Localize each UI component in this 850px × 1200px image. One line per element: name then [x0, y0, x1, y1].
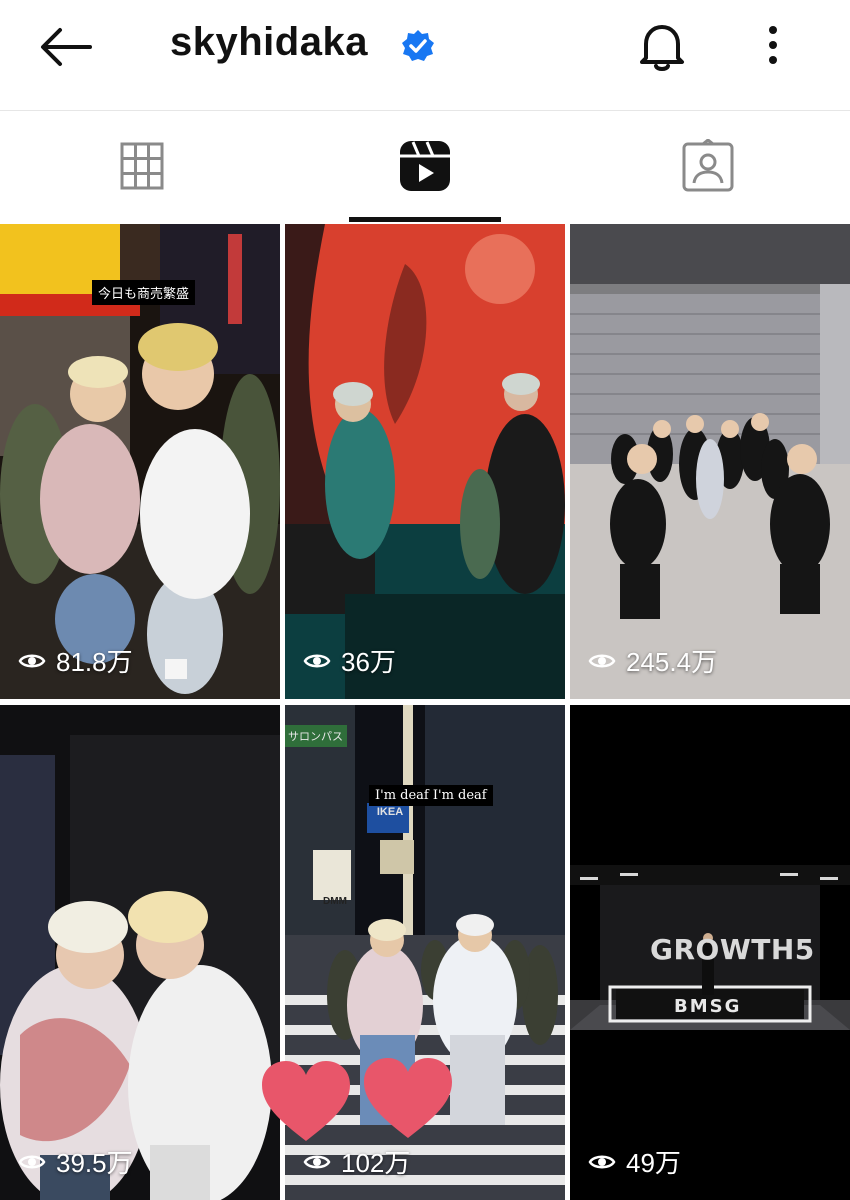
reel-thumbnail[interactable]: 今日も商売繁盛 81.8万: [0, 224, 280, 699]
arrow-left-icon: [41, 28, 92, 66]
reel-thumbnail[interactable]: 245.4万: [570, 224, 850, 699]
reels-grid: 今日も商売繁盛 81.8万 36万 245.4万 39.5万 I'm deaf …: [0, 224, 850, 1200]
heart-reaction-icon: [364, 1058, 452, 1138]
stage-sign-text: GROWTH5: [650, 933, 815, 966]
grid-icon: [120, 142, 164, 190]
eye-icon: [303, 654, 331, 667]
view-count: 102万: [303, 1143, 410, 1180]
notifications-button[interactable]: [632, 16, 692, 76]
reel-caption: I'm deaf I'm deaf: [369, 785, 493, 806]
tab-grid[interactable]: [0, 111, 283, 223]
eye-icon: [588, 654, 616, 667]
back-button[interactable]: [36, 22, 96, 72]
tagged-person-icon: [682, 139, 734, 192]
view-count: 49万: [588, 1143, 681, 1180]
view-count-text: 102万: [341, 1148, 411, 1178]
heart-reaction-icon: [262, 1061, 350, 1141]
reel-thumbnail[interactable]: 36万: [285, 224, 565, 699]
view-count-text: 49万: [626, 1148, 681, 1178]
profile-username: skyhidaka: [170, 20, 368, 64]
dmm-sign-text: DMM: [323, 896, 347, 907]
tab-tagged[interactable]: [566, 111, 849, 223]
reel-image: [285, 224, 565, 699]
bell-icon: [640, 25, 684, 71]
reel-thumbnail[interactable]: GROWTH5 BMSG 49万: [570, 705, 850, 1200]
active-tab-indicator: [349, 217, 501, 222]
view-count: 36万: [303, 642, 396, 679]
view-count-text: 81.8万: [56, 647, 133, 677]
reel-caption: 今日も商売繁盛: [92, 280, 196, 305]
view-count: 245.4万: [588, 642, 717, 679]
view-count-text: 245.4万: [626, 647, 718, 677]
eye-icon: [588, 1155, 616, 1168]
reel-thumbnail[interactable]: 39.5万: [0, 705, 280, 1200]
verified-badge-icon: [400, 28, 436, 64]
ikea-sign-text: IKEA: [376, 806, 404, 818]
view-count: 81.8万: [18, 642, 133, 679]
view-count-text: 39.5万: [56, 1148, 133, 1178]
reel-image: [0, 705, 280, 1200]
salonpas-sign-text: サロンパス: [288, 731, 343, 743]
eye-icon: [18, 654, 46, 667]
reels-icon: [400, 141, 450, 191]
eye-icon: [303, 1155, 331, 1168]
view-count: 39.5万: [18, 1143, 133, 1180]
tab-reels[interactable]: [283, 111, 566, 223]
view-count-text: 36万: [341, 647, 396, 677]
more-vertical-icon: [769, 26, 777, 64]
stage-floor-text: BMSG: [674, 996, 742, 1017]
profile-tabs: [0, 111, 850, 223]
reel-image: [570, 224, 850, 699]
more-options-button[interactable]: [756, 22, 790, 68]
eye-icon: [18, 1155, 46, 1168]
profile-header: skyhidaka: [0, 0, 850, 110]
